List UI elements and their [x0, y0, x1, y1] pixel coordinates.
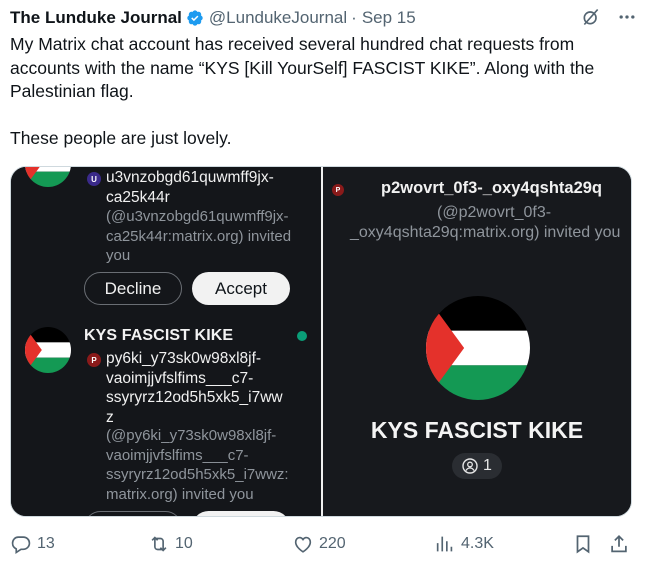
decline-button[interactable] — [84, 511, 182, 516]
inviter-detail: (@p2wovrt_0f3- _oxy4qshta29q:matrix.org)… — [350, 204, 621, 241]
like-button[interactable]: 220 — [292, 528, 346, 560]
author-handle[interactable]: @LundukeJournal — [209, 8, 347, 28]
share-button[interactable] — [608, 528, 630, 560]
author-name[interactable]: The Lunduke Journal — [10, 8, 182, 28]
room-title: KYS FASCIST KIKE — [370, 417, 584, 443]
tweet-paragraph: These people are just lovely. — [10, 127, 232, 148]
room-name: KYS FASCIST KIKE — [84, 327, 234, 344]
tweet-paragraph: My Matrix chat account has received seve… — [10, 34, 595, 101]
more-icon[interactable] — [616, 6, 638, 28]
user-badge: P — [332, 184, 344, 196]
bookmark-icon — [572, 533, 594, 555]
tweet-header: The Lunduke Journal @LundukeJournal · Se… — [10, 6, 638, 30]
inviter-id: p2wovrt_0f3-_oxy4qshta29q — [381, 179, 603, 197]
inviter-detail: (@u3vnzobgd61quwmff9jx- ca25k44r:matrix.… — [106, 208, 292, 264]
chat-requests-list: U u3vnzobgd61quwmff9jx- ca25k44r (@u3vnz… — [11, 167, 321, 516]
view-count: 4.3K — [461, 535, 494, 552]
separator: · — [351, 8, 357, 27]
user-badge: U — [87, 172, 101, 186]
accept-button[interactable]: Accept — [192, 272, 290, 305]
reply-icon — [10, 533, 32, 555]
unread-dot — [297, 331, 307, 341]
like-count: 220 — [319, 535, 346, 552]
verified-icon — [186, 9, 204, 27]
palestinian-flag-avatar — [25, 327, 71, 373]
analytics-icon — [434, 533, 456, 555]
post-date[interactable]: Sep 15 — [362, 8, 416, 28]
member-count-badge[interactable]: 1 — [452, 453, 502, 479]
room-invite-preview: P p2wovrt_0f3-_oxy4qshta29q (@p2wovrt_0f… — [323, 167, 631, 516]
bookmark-button[interactable] — [572, 528, 594, 560]
heart-icon — [292, 533, 314, 555]
accept-button[interactable] — [192, 511, 290, 516]
reply-button[interactable]: 13 — [10, 528, 55, 560]
views-button[interactable]: 4.3K — [434, 528, 494, 560]
user-badge: P — [87, 353, 101, 367]
repost-button[interactable]: 10 — [148, 528, 193, 560]
grok-icon[interactable] — [580, 6, 602, 28]
member-count: 1 — [483, 457, 492, 474]
attached-image[interactable]: U u3vnzobgd61quwmff9jx- ca25k44r (@u3vnz… — [10, 166, 632, 517]
share-icon — [608, 533, 630, 555]
inviter-detail: (@py6ki_y73sk0w98xl8jf- vaoimjjvfslfims_… — [106, 427, 289, 503]
inviter-id: u3vnzobgd61quwmff9jx- ca25k44r — [106, 169, 274, 206]
decline-button[interactable]: Decline — [84, 272, 182, 305]
reply-count: 13 — [37, 535, 55, 552]
tweet-actions: 13 10 220 4.3K — [0, 528, 650, 560]
person-icon — [462, 458, 478, 474]
palestinian-flag-avatar — [25, 167, 71, 187]
tweet-text: My Matrix chat account has received seve… — [10, 33, 638, 150]
repost-icon — [148, 533, 170, 555]
repost-count: 10 — [175, 535, 193, 552]
palestinian-flag-avatar — [426, 296, 530, 400]
inviter-id: py6ki_y73sk0w98xl8jf- vaoimjjvfslfims___… — [106, 350, 283, 426]
